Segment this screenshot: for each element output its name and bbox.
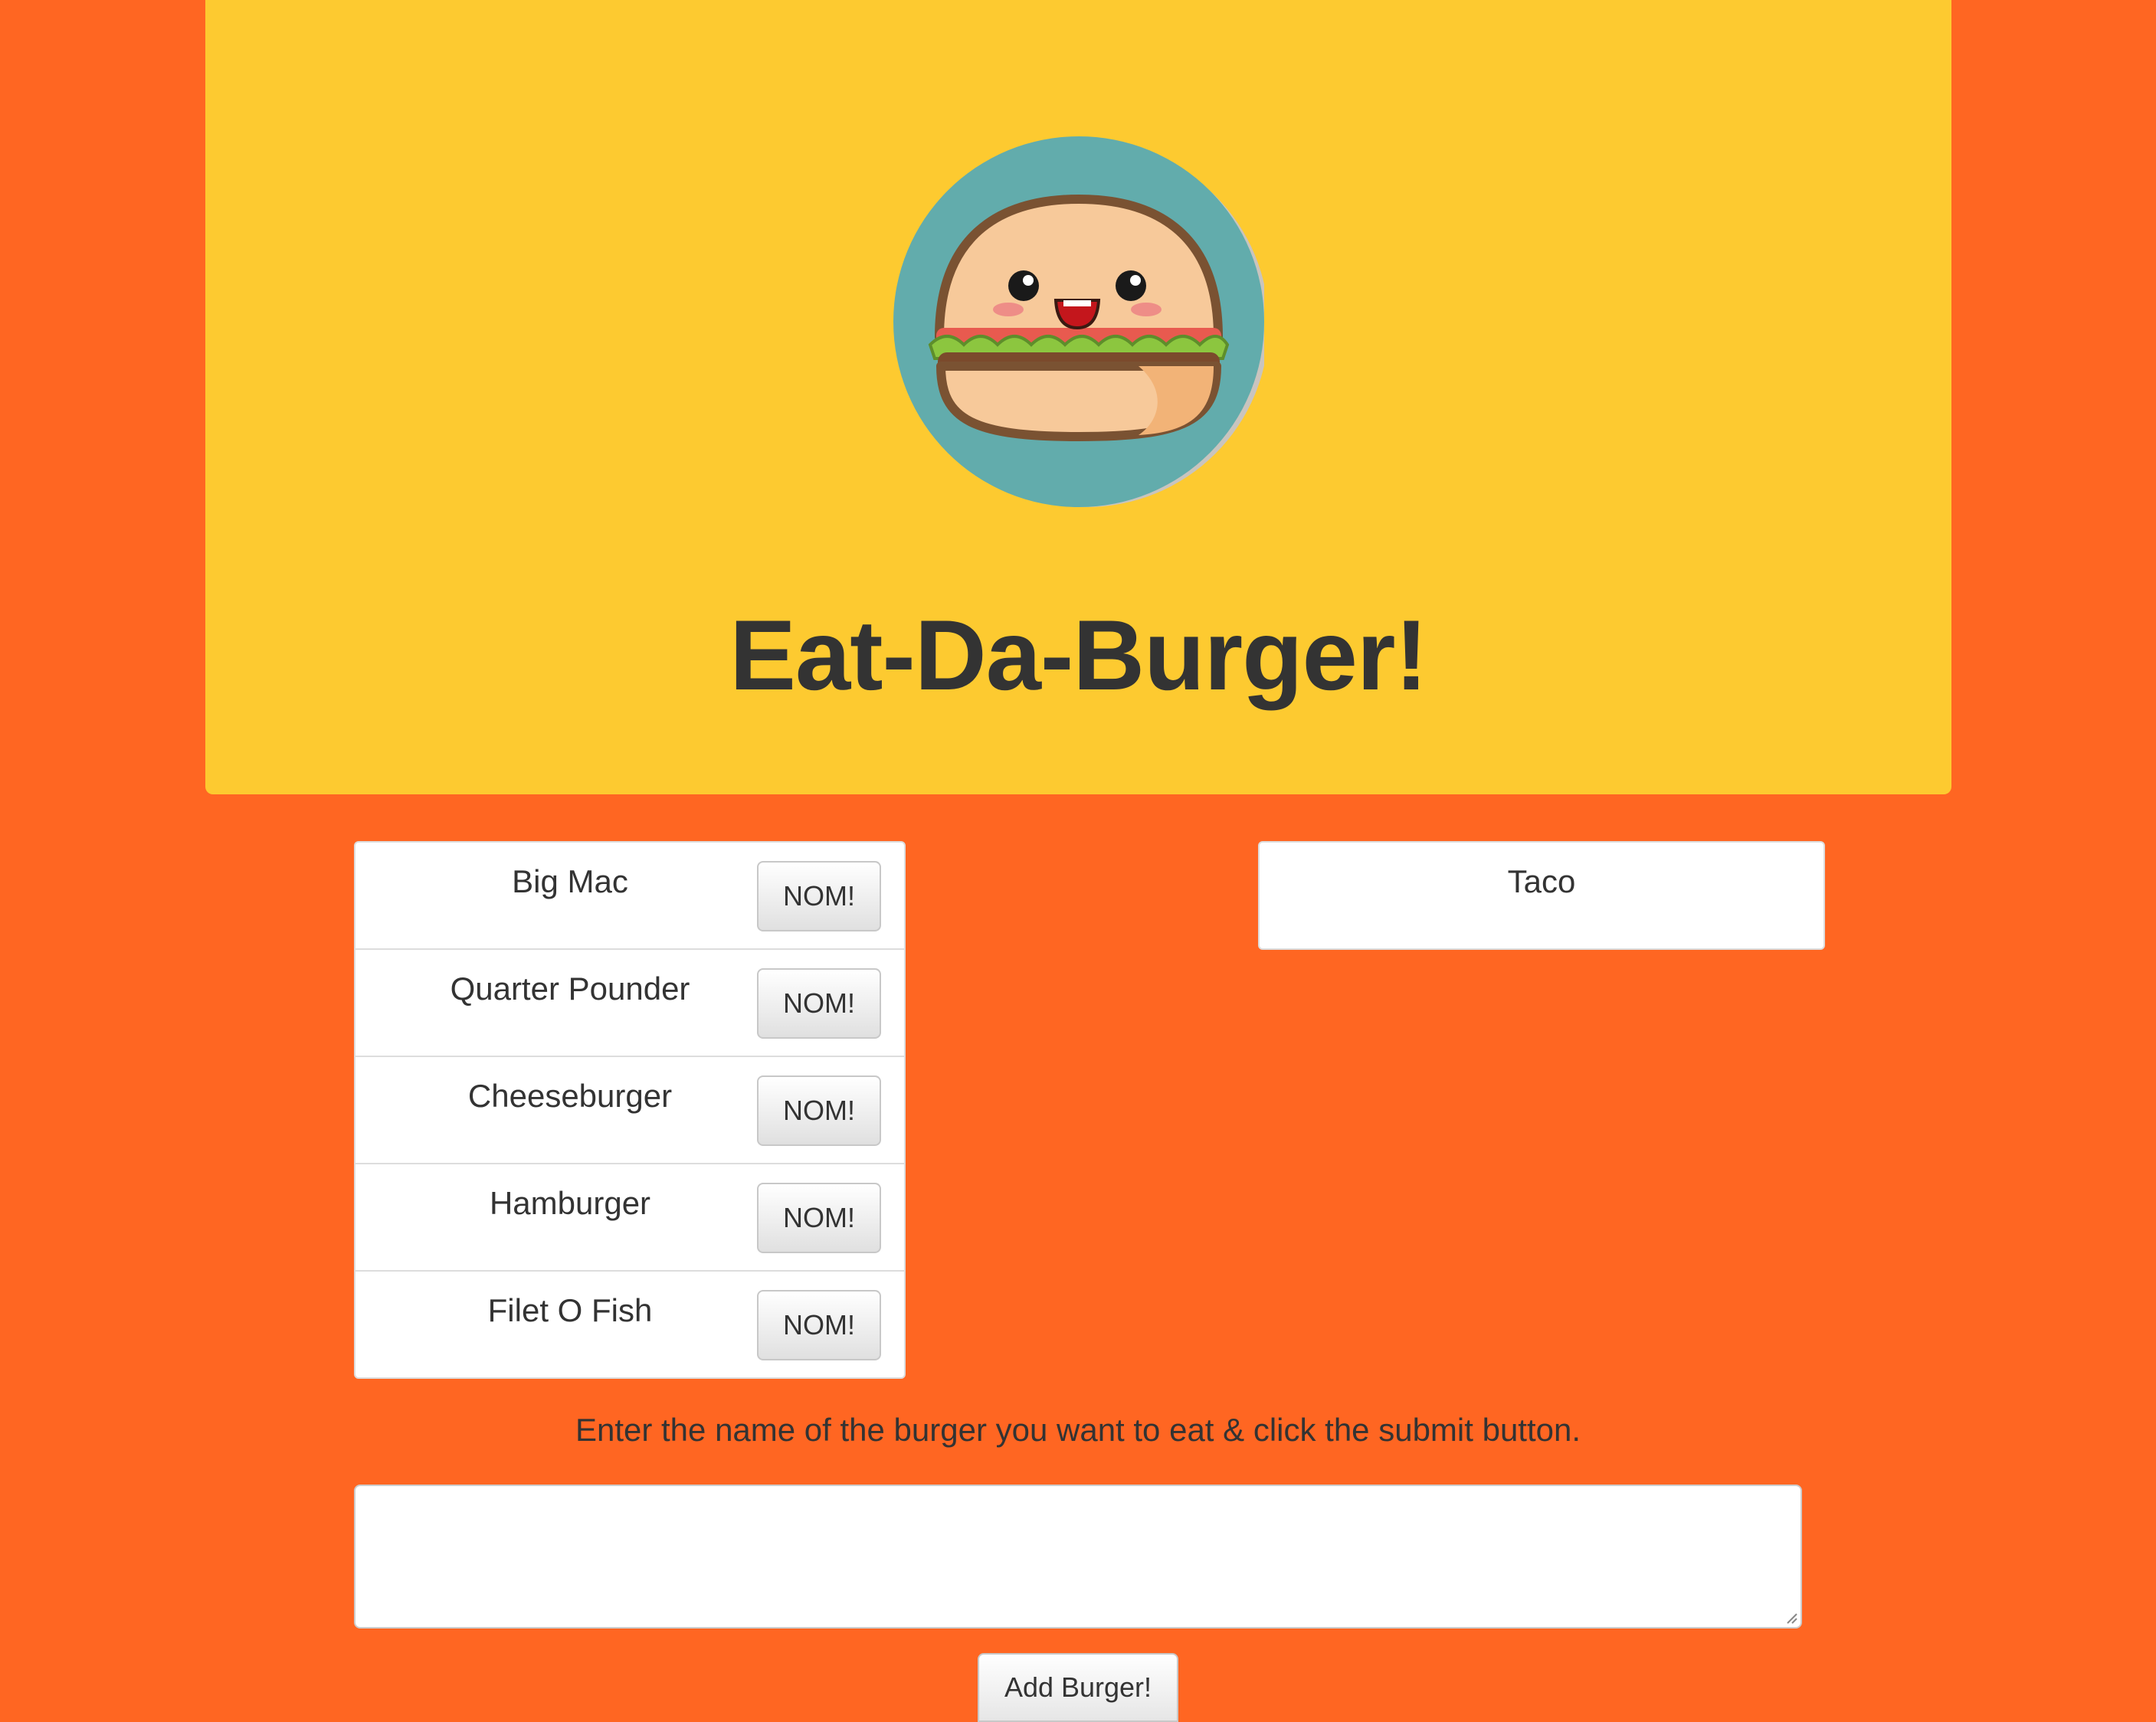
burger-name: Hamburger [489, 1185, 651, 1221]
list-item: Filet O Fish NOM! [356, 1272, 904, 1379]
burger-name-input[interactable] [354, 1485, 1802, 1629]
list-item: Big Mac NOM! [356, 843, 904, 950]
nom-button[interactable]: NOM! [757, 1290, 881, 1360]
form-instructions: Enter the name of the burger you want to… [575, 1412, 1581, 1448]
burger-name: Cheeseburger [467, 1078, 673, 1114]
nom-button[interactable]: NOM! [757, 1075, 881, 1146]
burgers-to-eat-list: Big Mac NOM! Quarter Pounder NOM! Cheese… [354, 841, 906, 1379]
devoured-burgers-list: Taco [1258, 841, 1825, 950]
list-item: Quarter Pounder NOM! [356, 950, 904, 1057]
page-title: Eat-Da-Burger! [729, 599, 1428, 711]
burger-name: Quarter Pounder [450, 971, 690, 1007]
list-item: Cheeseburger NOM! [356, 1057, 904, 1164]
burger-mascot-icon [893, 136, 1264, 507]
devoured-burger-name: Taco [1507, 863, 1576, 899]
add-burger-button[interactable]: Add Burger! [978, 1653, 1178, 1722]
burger-name: Big Mac [512, 863, 628, 899]
nom-button[interactable]: NOM! [757, 861, 881, 931]
nom-button[interactable]: NOM! [757, 1183, 881, 1253]
list-item: Hamburger NOM! [356, 1164, 904, 1272]
burger-name: Filet O Fish [487, 1292, 653, 1328]
nom-button[interactable]: NOM! [757, 968, 881, 1039]
resize-grip-icon[interactable] [1785, 1612, 1797, 1624]
